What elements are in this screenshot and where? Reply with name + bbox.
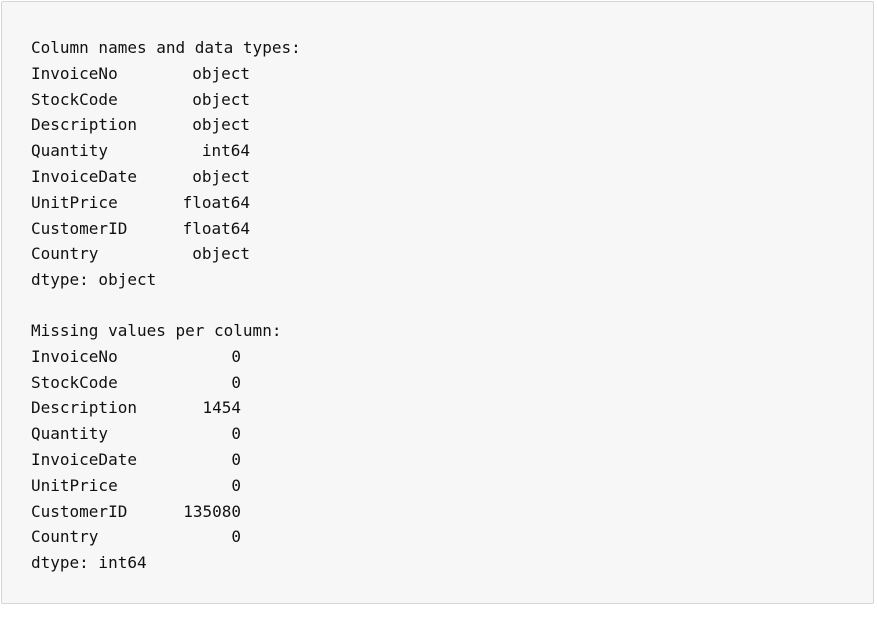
missing-count: 0 xyxy=(231,449,241,469)
dtypes-section: Column names and data types: InvoiceNo o… xyxy=(31,35,301,293)
missing-count: 0 xyxy=(231,527,241,547)
missing-row: Country 0 xyxy=(31,524,281,550)
dtype-row: Quantity int64 xyxy=(31,138,301,164)
missing-count: 0 xyxy=(231,424,241,444)
column-dtype: float64 xyxy=(182,218,250,238)
dtypes-header: Column names and data types: xyxy=(31,38,301,57)
missing-row: StockCode 0 xyxy=(31,370,281,396)
missing-row: InvoiceNo 0 xyxy=(31,344,281,370)
missing-row: InvoiceDate 0 xyxy=(31,447,281,473)
dtype-row: Country object xyxy=(31,241,301,267)
column-dtype: float64 xyxy=(182,192,250,212)
column-dtype: object xyxy=(192,244,250,264)
missing-count: 1454 xyxy=(202,398,241,418)
dtype-row: CustomerID float64 xyxy=(31,216,301,242)
column-dtype: object xyxy=(192,63,250,83)
column-dtype: object xyxy=(192,166,250,186)
dtype-row: InvoiceNo object xyxy=(31,61,301,87)
missing-row: Quantity 0 xyxy=(31,421,281,447)
missing-count: 0 xyxy=(231,372,241,392)
dtype-row: UnitPrice float64 xyxy=(31,190,301,216)
dtype-row: Description object xyxy=(31,112,301,138)
missing-count: 0 xyxy=(231,475,241,495)
missing-row: Description 1454 xyxy=(31,395,281,421)
column-dtype: object xyxy=(192,115,250,135)
missing-count: 0 xyxy=(231,346,241,366)
missing-row: UnitPrice 0 xyxy=(31,473,281,499)
missing-row: CustomerID 135080 xyxy=(31,499,281,525)
dtype-row: StockCode object xyxy=(31,87,301,113)
output-cell: Column names and data types: InvoiceNo o… xyxy=(1,1,874,604)
column-dtype: object xyxy=(192,89,250,109)
column-dtype: int64 xyxy=(201,141,250,161)
missing-values-section: Missing values per column: InvoiceNo 0 S… xyxy=(31,318,281,576)
dtype-row: InvoiceDate object xyxy=(31,164,301,190)
dtypes-footer: dtype: object xyxy=(31,270,157,290)
missing-footer: dtype: int64 xyxy=(31,553,147,573)
missing-count: 135080 xyxy=(183,501,241,521)
missing-header: Missing values per column: xyxy=(31,321,282,340)
